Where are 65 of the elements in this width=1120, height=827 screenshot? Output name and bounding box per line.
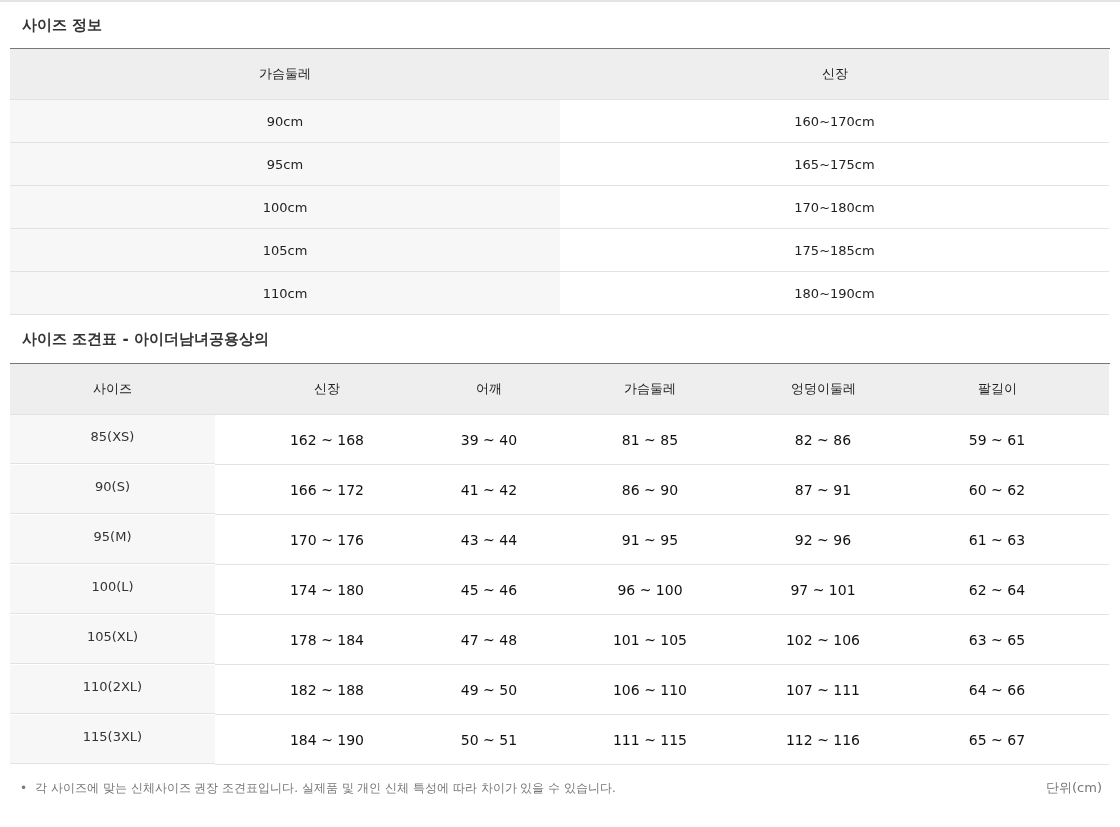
table-cell: 91 ~ 95 [539, 515, 761, 565]
table-cell: 175~185cm [560, 229, 1109, 272]
table-cell: 180~190cm [560, 272, 1109, 315]
table-cell: 87 ~ 91 [761, 465, 885, 515]
table-cell: 166 ~ 172 [215, 465, 439, 515]
table-cell: 107 ~ 111 [761, 665, 885, 715]
table-cell: 60 ~ 62 [885, 465, 1109, 515]
table-cell: 95cm [10, 143, 560, 186]
table-cell: 178 ~ 184 [215, 615, 439, 665]
column-header: 어깨 [439, 364, 539, 415]
section-title: 사이즈 조견표 - 아이더남녀공용상의 [21, 328, 270, 350]
table-cell: 50 ~ 51 [439, 715, 539, 765]
table-cell: 102 ~ 106 [761, 615, 885, 665]
table-cell: 85(XS) [10, 415, 215, 464]
table-cell: 90cm [10, 100, 560, 143]
column-header: 가슴둘레 [539, 364, 761, 415]
table-cell: 92 ~ 96 [761, 515, 885, 565]
table-cell: 81 ~ 85 [539, 415, 761, 465]
table-cell: 184 ~ 190 [215, 715, 439, 765]
table-cell: 110cm [10, 272, 560, 315]
column-header: 엉덩이둘레 [761, 364, 885, 415]
unit-label: 단위(cm) [1046, 779, 1102, 797]
table-cell: 105cm [10, 229, 560, 272]
table-cell: 64 ~ 66 [885, 665, 1109, 715]
table-cell: 41 ~ 42 [439, 465, 539, 515]
table-cell: 170~180cm [560, 186, 1109, 229]
column-header: 신장 [560, 49, 1109, 100]
table-cell: 97 ~ 101 [761, 565, 885, 615]
table-cell: 96 ~ 100 [539, 565, 761, 615]
table-cell: 105(XL) [10, 615, 215, 664]
table-cell: 90(S) [10, 465, 215, 514]
table-cell: 63 ~ 65 [885, 615, 1109, 665]
table-cell: 47 ~ 48 [439, 615, 539, 665]
footnote-text: 각 사이즈에 맞는 신체사이즈 권장 조견표입니다. 실제품 및 개인 신체 특성에 따라 차이가 있을 수 있습니다. [35, 779, 616, 797]
table-cell: 59 ~ 61 [885, 415, 1109, 465]
table-cell: 110(2XL) [10, 665, 215, 714]
table-cell: 162 ~ 168 [215, 415, 439, 465]
table-cell: 65 ~ 67 [885, 715, 1109, 765]
table-cell: 82 ~ 86 [761, 415, 885, 465]
table-cell: 112 ~ 116 [761, 715, 885, 765]
table-cell: 100cm [10, 186, 560, 229]
table-cell: 43 ~ 44 [439, 515, 539, 565]
table-cell: 174 ~ 180 [215, 565, 439, 615]
table-cell: 106 ~ 110 [539, 665, 761, 715]
table-cell: 95(M) [10, 515, 215, 564]
table-cell: 39 ~ 40 [439, 415, 539, 465]
table-cell: 49 ~ 50 [439, 665, 539, 715]
table-cell: 61 ~ 63 [885, 515, 1109, 565]
table-cell: 62 ~ 64 [885, 565, 1109, 615]
table-cell: 86 ~ 90 [539, 465, 761, 515]
column-header: 사이즈 [10, 364, 215, 415]
column-header: 가슴둘레 [10, 49, 560, 100]
table-cell: 170 ~ 176 [215, 515, 439, 565]
table-cell: 165~175cm [560, 143, 1109, 186]
section-title: 사이즈 정보 [21, 14, 104, 36]
table-cell: 100(L) [10, 565, 215, 614]
table-cell: 160~170cm [560, 100, 1109, 143]
column-header: 팔길이 [885, 364, 1109, 415]
table-cell: 111 ~ 115 [539, 715, 761, 765]
bullet: • [20, 781, 28, 795]
table-cell: 182 ~ 188 [215, 665, 439, 715]
table-cell: 45 ~ 46 [439, 565, 539, 615]
table-cell: 101 ~ 105 [539, 615, 761, 665]
table-cell: 115(3XL) [10, 715, 215, 764]
column-header: 신장 [215, 364, 439, 415]
